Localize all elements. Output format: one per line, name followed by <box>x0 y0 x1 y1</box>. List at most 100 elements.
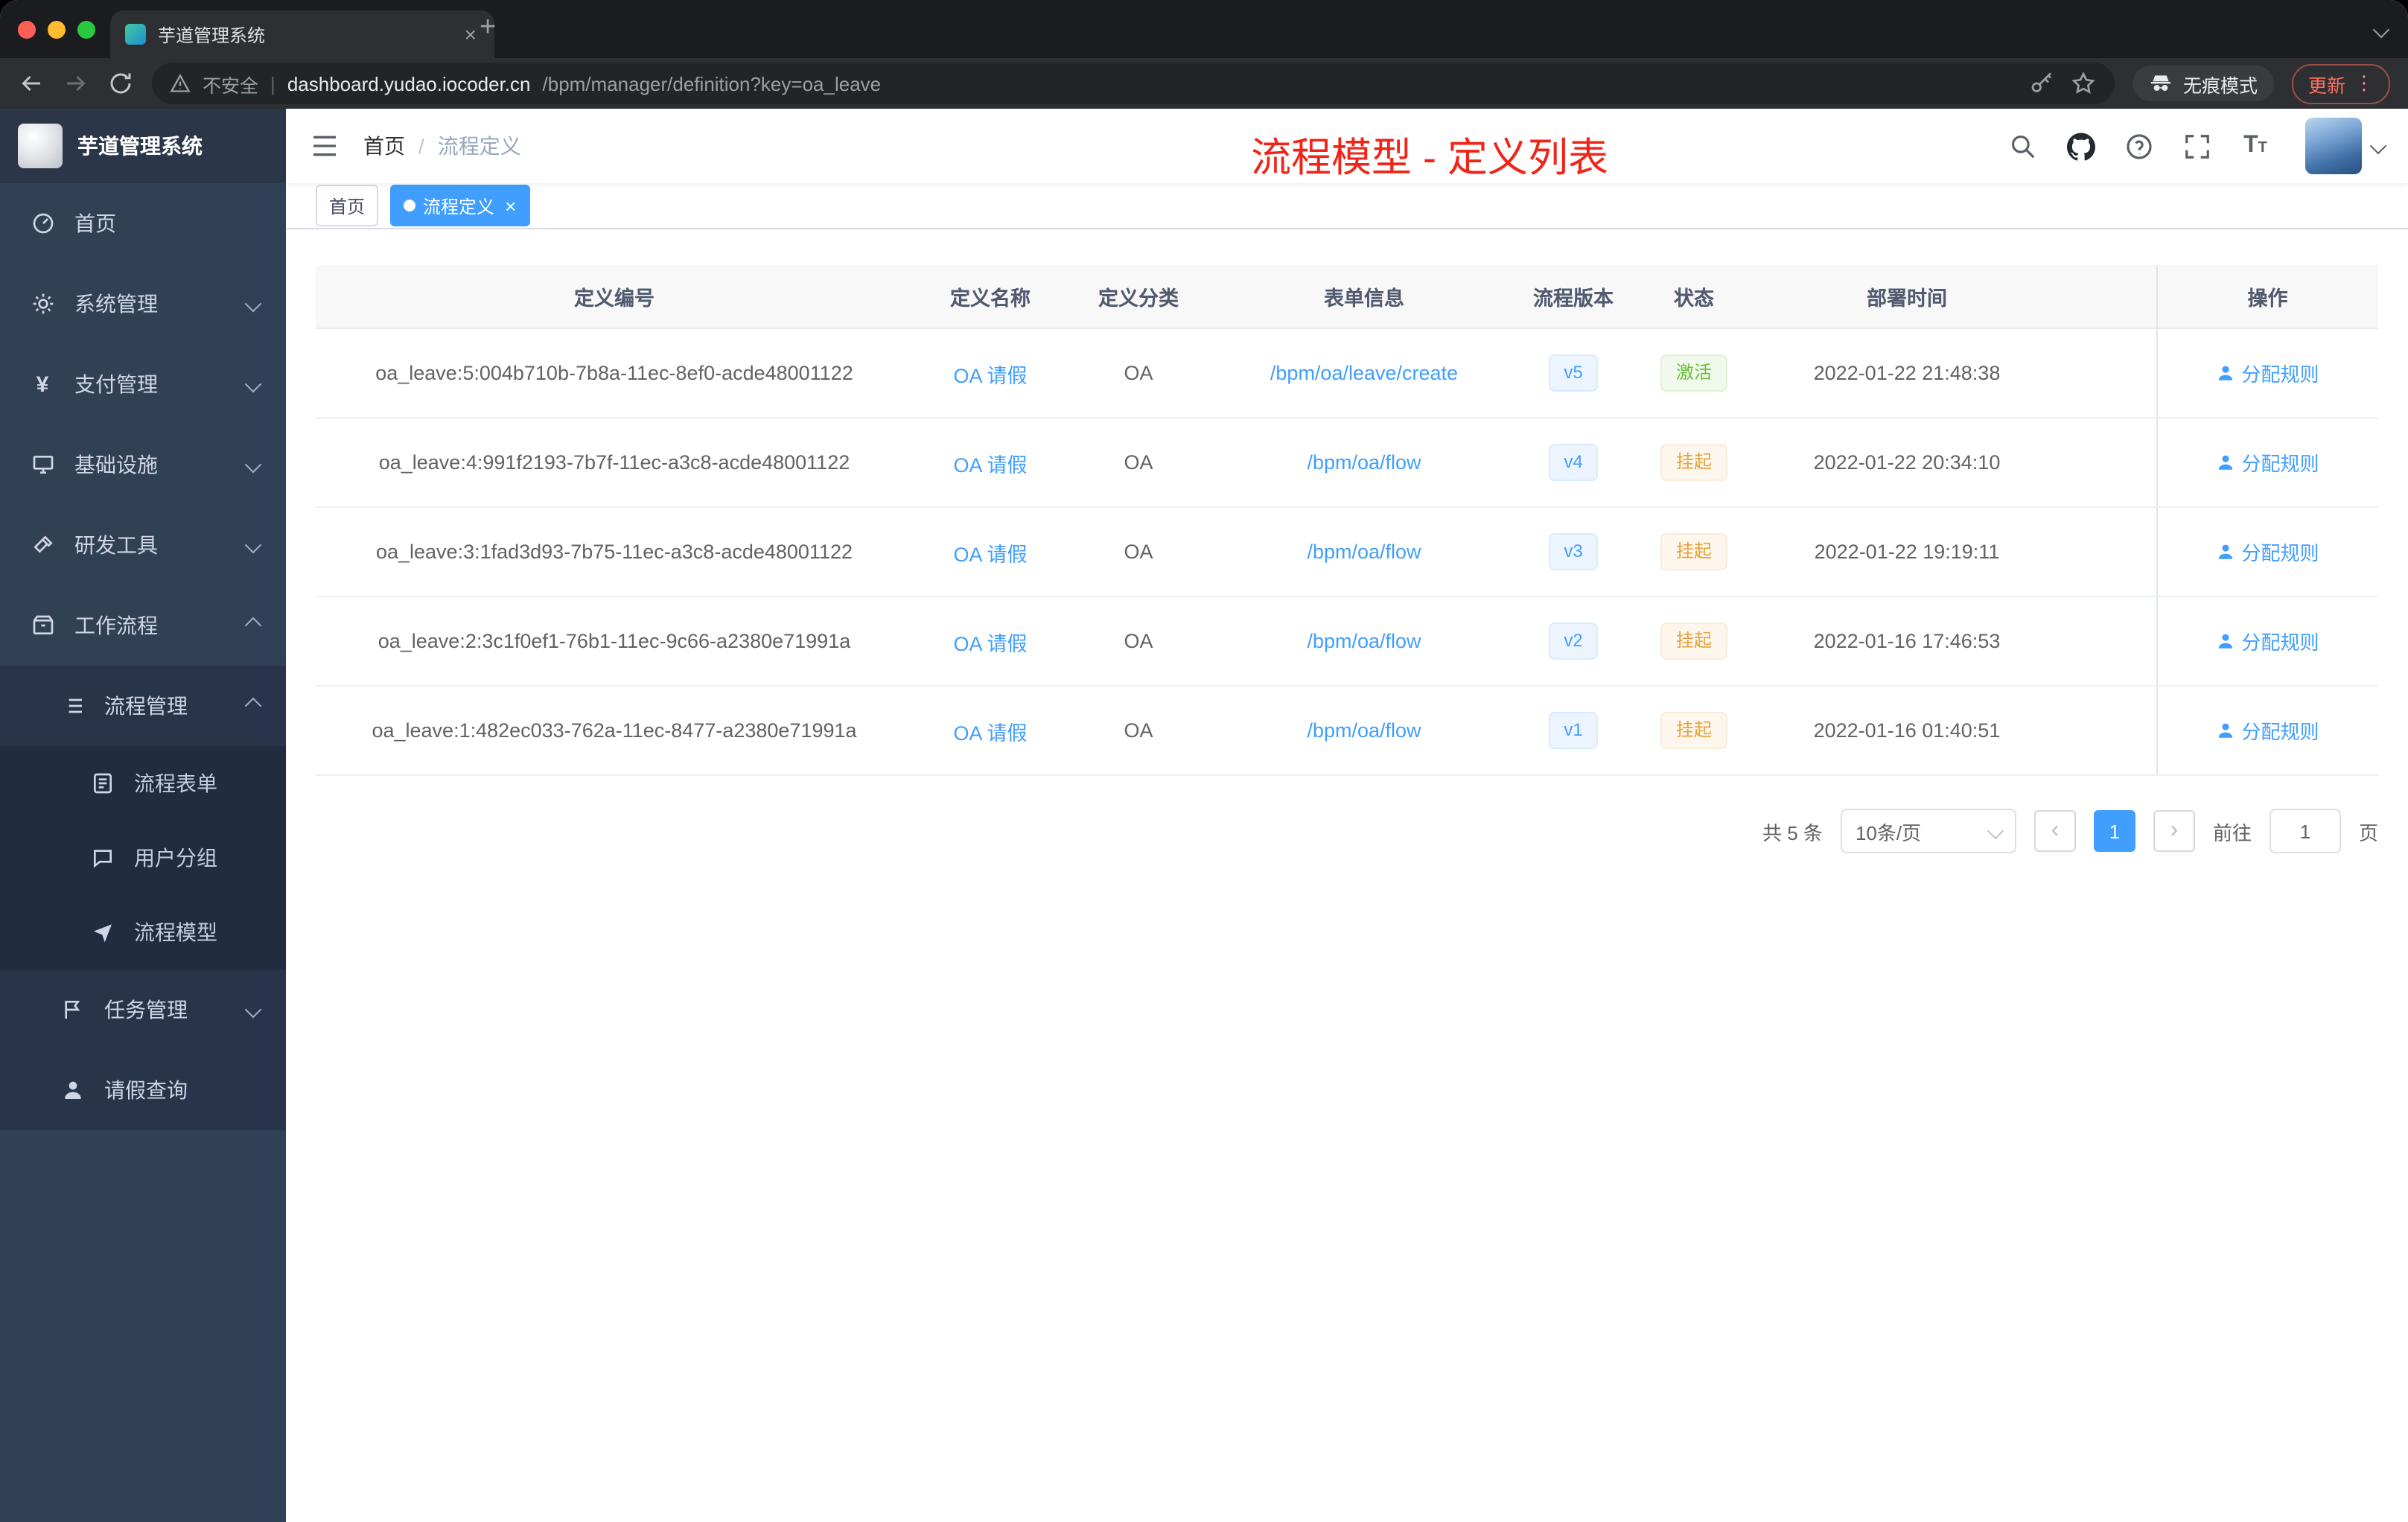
form-info-link[interactable]: /bpm/oa/flow <box>1307 630 1421 652</box>
form-info-link[interactable]: /bpm/oa/flow <box>1307 541 1421 563</box>
new-tab-button[interactable]: + <box>480 13 496 42</box>
tab-search-icon[interactable] <box>2372 21 2390 39</box>
sidebar-item-list[interactable]: 流程管理 <box>0 666 286 746</box>
sidebar-item-label: 流程管理 <box>104 694 188 718</box>
github-icon[interactable] <box>2067 132 2095 160</box>
breadcrumb: 首页 / 流程定义 <box>363 131 521 161</box>
assign-rule-link[interactable]: 分配规则 <box>2216 359 2319 387</box>
version-badge: v2 <box>1549 623 1598 660</box>
sidebar-item-flag[interactable]: 任务管理 <box>0 969 286 1050</box>
breadcrumb-home[interactable]: 首页 <box>363 131 405 161</box>
assign-rule-label: 分配规则 <box>2241 453 2319 475</box>
tab-close-icon[interactable]: × <box>462 24 480 45</box>
form-info-link[interactable]: /bpm/oa/leave/create <box>1270 362 1458 384</box>
sidebar-item-label: 任务管理 <box>104 998 188 1022</box>
next-page-button[interactable]: › <box>2153 810 2195 852</box>
user-avatar[interactable] <box>2305 118 2362 174</box>
sidebar-item-form[interactable]: 流程表单 <box>0 746 286 821</box>
status-badge: 激活 <box>1660 354 1727 392</box>
table-row: oa_leave:4:991f2193-7b7f-11ec-a3c8-acde4… <box>316 418 2378 508</box>
breadcrumb-separator: / <box>418 134 424 158</box>
version-badge: v3 <box>1549 533 1598 570</box>
chevron-down-icon <box>244 456 262 474</box>
sidebar-item-user[interactable]: 请假查询 <box>0 1050 286 1130</box>
definition-name-link[interactable]: OA 请假 <box>953 543 1027 565</box>
tag-home[interactable]: 首页 <box>316 185 379 226</box>
url-path: /bpm/manager/definition?key=oa_leave <box>542 72 882 95</box>
search-icon[interactable] <box>2009 132 2037 160</box>
definition-category: OA <box>1124 451 1153 474</box>
sidebar-item-label: 首页 <box>74 211 116 235</box>
chevron-down-icon <box>1987 822 2004 840</box>
goto-page-input[interactable] <box>2269 809 2341 853</box>
font-size-icon[interactable]: TT <box>2241 132 2270 160</box>
sidebar-item-send[interactable]: 流程模型 <box>0 895 286 969</box>
send-icon <box>89 920 115 945</box>
reload-icon[interactable] <box>107 70 134 97</box>
fullscreen-icon[interactable] <box>2183 132 2211 160</box>
sidebar-item-label: 工作流程 <box>74 614 158 637</box>
chevron-up-icon <box>244 697 262 715</box>
assign-rule-link[interactable]: 分配规则 <box>2216 538 2319 566</box>
assign-rule-link[interactable]: 分配规则 <box>2216 627 2319 655</box>
sidebar-item-archive[interactable]: 工作流程 <box>0 585 286 666</box>
assign-rule-link[interactable]: 分配规则 <box>2216 716 2319 745</box>
sidebar-item-label: 基础设施 <box>74 453 158 477</box>
bookmark-star-icon[interactable] <box>2070 70 2097 97</box>
sidebar-item-chat[interactable]: 用户分组 <box>0 821 286 895</box>
status-badge: 挂起 <box>1660 533 1727 570</box>
browser-update-button[interactable]: 更新 ⋮ <box>2291 63 2390 104</box>
definition-id: oa_leave:2:3c1f0ef1-76b1-11ec-9c66-a2380… <box>378 630 851 652</box>
sidebar-item-dashboard[interactable]: 首页 <box>0 183 286 264</box>
browser-tab-strip: 芋道管理系统 × + <box>0 0 2408 58</box>
kebab-menu-icon[interactable]: ⋮ <box>2354 71 2374 95</box>
tag-close-icon[interactable]: × <box>505 196 516 215</box>
user-menu[interactable] <box>2305 118 2387 174</box>
definition-name-link[interactable]: OA 请假 <box>953 364 1027 386</box>
breadcrumb-current: 流程定义 <box>437 134 521 158</box>
forward-icon[interactable] <box>63 70 89 97</box>
sidebar-item-monitor[interactable]: 基础设施 <box>0 424 286 505</box>
window-controls <box>0 20 116 38</box>
definition-name-link[interactable]: OA 请假 <box>953 632 1027 655</box>
definition-id: oa_leave:5:004b710b-7b8a-11ec-8ef0-acde4… <box>375 362 853 384</box>
help-icon[interactable] <box>2125 132 2153 160</box>
page-1-button[interactable]: 1 <box>2093 810 2135 852</box>
navbar-actions: TT <box>2009 118 2387 174</box>
definition-name-link[interactable]: OA 请假 <box>953 722 1027 744</box>
warning-icon <box>170 74 191 92</box>
password-key-icon[interactable] <box>2028 70 2055 97</box>
column-header: 定义分类 <box>1068 265 1209 329</box>
sidebar-item-yen[interactable]: ¥ 支付管理 <box>0 344 286 424</box>
assign-rule-label: 分配规则 <box>2241 363 2319 386</box>
form-info-link[interactable]: /bpm/oa/flow <box>1307 719 1421 742</box>
user-icon <box>2219 366 2233 380</box>
window-minimize-button[interactable] <box>48 20 66 38</box>
list-icon <box>60 693 85 719</box>
page-size-select[interactable]: 10条/页 <box>1840 809 2016 853</box>
assign-rule-label: 分配规则 <box>2241 721 2319 743</box>
browser-tab[interactable]: 芋道管理系统 × <box>110 10 494 58</box>
window-zoom-button[interactable] <box>77 20 95 38</box>
screen: 芋道管理系统 × + 不安全 | dashboard.yudao.iocoder… <box>0 0 2408 1522</box>
form-info-link[interactable]: /bpm/oa/flow <box>1307 451 1421 474</box>
page-content: 定义编号 定义名称 定义分类 表单信息 流程版本 状态 部署时间 操作 oa_leave:5:0… <box>286 229 2408 1522</box>
sidebar-item-gear[interactable]: 系统管理 <box>0 264 286 344</box>
sidebar-item-label: 流程表单 <box>134 771 217 795</box>
site-favicon-icon <box>125 24 146 45</box>
tag-process-definition[interactable]: 流程定义 × <box>390 185 530 226</box>
address-bar[interactable]: 不安全 | dashboard.yudao.iocoder.cn /bpm/ma… <box>152 63 2115 104</box>
sidebar-item-tool[interactable]: 研发工具 <box>0 505 286 585</box>
assign-rule-link[interactable]: 分配规则 <box>2216 448 2319 477</box>
prev-page-button[interactable]: ‹ <box>2033 810 2076 852</box>
back-icon[interactable] <box>18 70 45 97</box>
window-close-button[interactable] <box>18 20 36 38</box>
pagination: 共 5 条 10条/页 ‹ 1 › 前往 页 <box>316 809 2378 853</box>
user-icon <box>2219 723 2233 738</box>
definition-id: oa_leave:4:991f2193-7b7f-11ec-a3c8-acde4… <box>378 451 850 474</box>
column-header: 流程版本 <box>1519 265 1628 329</box>
sidebar-logo[interactable]: 芋道管理系统 <box>0 109 286 183</box>
hamburger-icon[interactable] <box>310 131 340 161</box>
annotation-text: 流程模型 - 定义列表 <box>1251 136 1608 180</box>
definition-name-link[interactable]: OA 请假 <box>953 453 1027 476</box>
